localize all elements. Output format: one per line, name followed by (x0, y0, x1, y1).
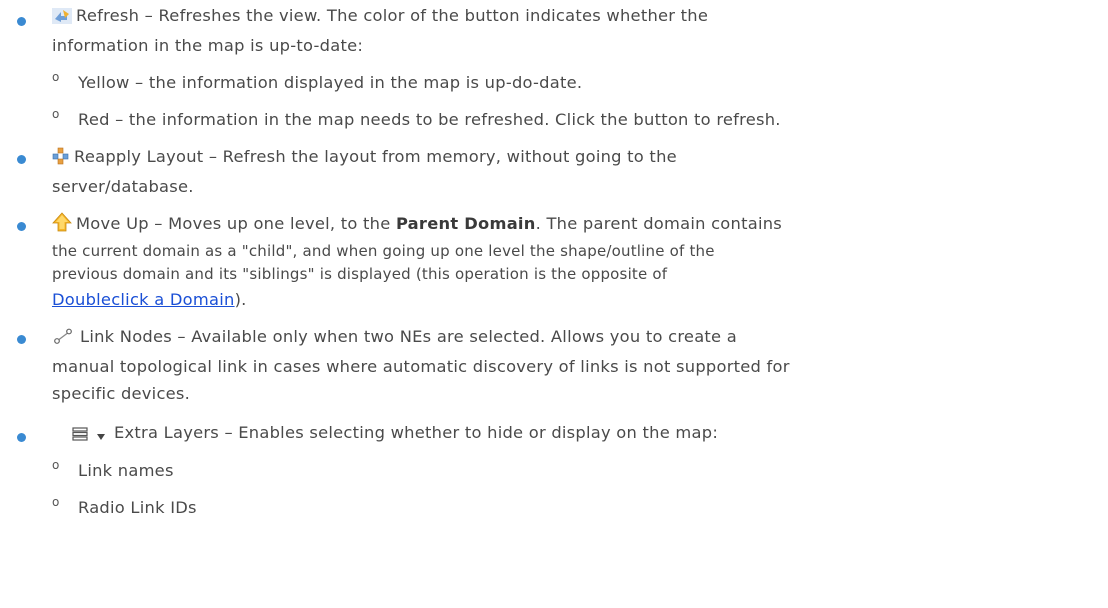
refresh-icon (52, 5, 72, 32)
layers-icon (72, 422, 88, 449)
list-item-refresh: Refresh – Refreshes the view. The color … (0, 0, 1108, 133)
moveup-line-1: Move Up – Moves up one level, to the Par… (52, 210, 1108, 240)
sub-item-red-text: Red – the information in the map needs t… (78, 110, 781, 129)
linknodes-line-3: specific devices. (52, 384, 191, 403)
reapply-line-1: Reapply Layout – Refresh the layout from… (52, 143, 1108, 173)
doubleclick-domain-link[interactable]: Doubleclick a Domain (52, 290, 235, 309)
sub-bullet: o (52, 107, 60, 121)
toolbar-buttons-list: Refresh – Refreshes the view. The color … (0, 0, 1108, 521)
list-item-reapply-layout: Reapply Layout – Refresh the layout from… (0, 143, 1108, 200)
sub-item-yellow-text: Yellow – the information displayed in th… (78, 73, 583, 92)
list-item-move-up: Move Up – Moves up one level, to the Par… (0, 210, 1108, 313)
reapply-line-2: server/database. (52, 177, 194, 196)
moveup-line-4-end: ). (234, 290, 247, 309)
layout-icon (52, 146, 70, 173)
sub-bullet: o (52, 70, 60, 84)
up-arrow-icon (52, 212, 72, 240)
moveup-line-4: Doubleclick a Domain). (52, 286, 1108, 313)
extralayers-text-1: Extra Layers – Enables selecting whether… (114, 423, 719, 442)
sub-bullet: o (52, 495, 60, 509)
sub-item-link-names: o Link names (0, 457, 1108, 484)
help-document: Refresh – Refreshes the view. The color … (0, 0, 1108, 608)
reapply-text-1: Reapply Layout – Refresh the layout from… (74, 147, 677, 166)
list-item-link-nodes: Link Nodes – Available only when two NEs… (0, 323, 1108, 407)
bullet (17, 433, 26, 442)
moveup-line-2: the current domain as a "child", and whe… (52, 242, 715, 260)
sub-bullet: o (52, 458, 60, 472)
linknodes-line-1: Link Nodes – Available only when two NEs… (52, 323, 1108, 353)
sub-item-radio-link-ids-text: Radio Link IDs (78, 498, 197, 517)
bullet (17, 222, 26, 231)
bullet (17, 17, 26, 26)
sub-item-yellow: o Yellow – the information displayed in t… (0, 69, 1108, 96)
extralayers-line-1: Extra Layers – Enables selecting whether… (52, 419, 1108, 449)
parent-domain-term: Parent Domain (395, 214, 536, 233)
extralayers-sublist: o Link names o Radio Link IDs (0, 457, 1108, 521)
bullet (17, 155, 26, 164)
refresh-line-1: Refresh – Refreshes the view. The color … (52, 2, 1108, 32)
moveup-text-1b: . The parent domain contains (535, 214, 783, 233)
refresh-sublist: o Yellow – the information displayed in t… (0, 69, 1108, 133)
linknodes-text-1: Link Nodes – Available only when two NEs… (80, 327, 737, 346)
list-item-extra-layers: Extra Layers – Enables selecting whether… (0, 419, 1108, 521)
chevron-down-icon (96, 422, 106, 449)
sub-item-red: o Red – the information in the map needs … (0, 106, 1108, 133)
bullet (17, 335, 26, 344)
sub-item-radio-link-ids: o Radio Link IDs (0, 494, 1108, 521)
moveup-line-3: previous domain and its "siblings" is di… (52, 265, 668, 283)
linknodes-line-2: manual topological link in cases where a… (52, 357, 790, 376)
link-nodes-icon (52, 326, 74, 353)
moveup-text-1a: Move Up – Moves up one level, to the (76, 214, 396, 233)
refresh-text-1: Refresh – Refreshes the view. The color … (76, 6, 709, 25)
refresh-line-2: information in the map is up-to-date: (52, 36, 364, 55)
sub-item-link-names-text: Link names (78, 461, 174, 480)
